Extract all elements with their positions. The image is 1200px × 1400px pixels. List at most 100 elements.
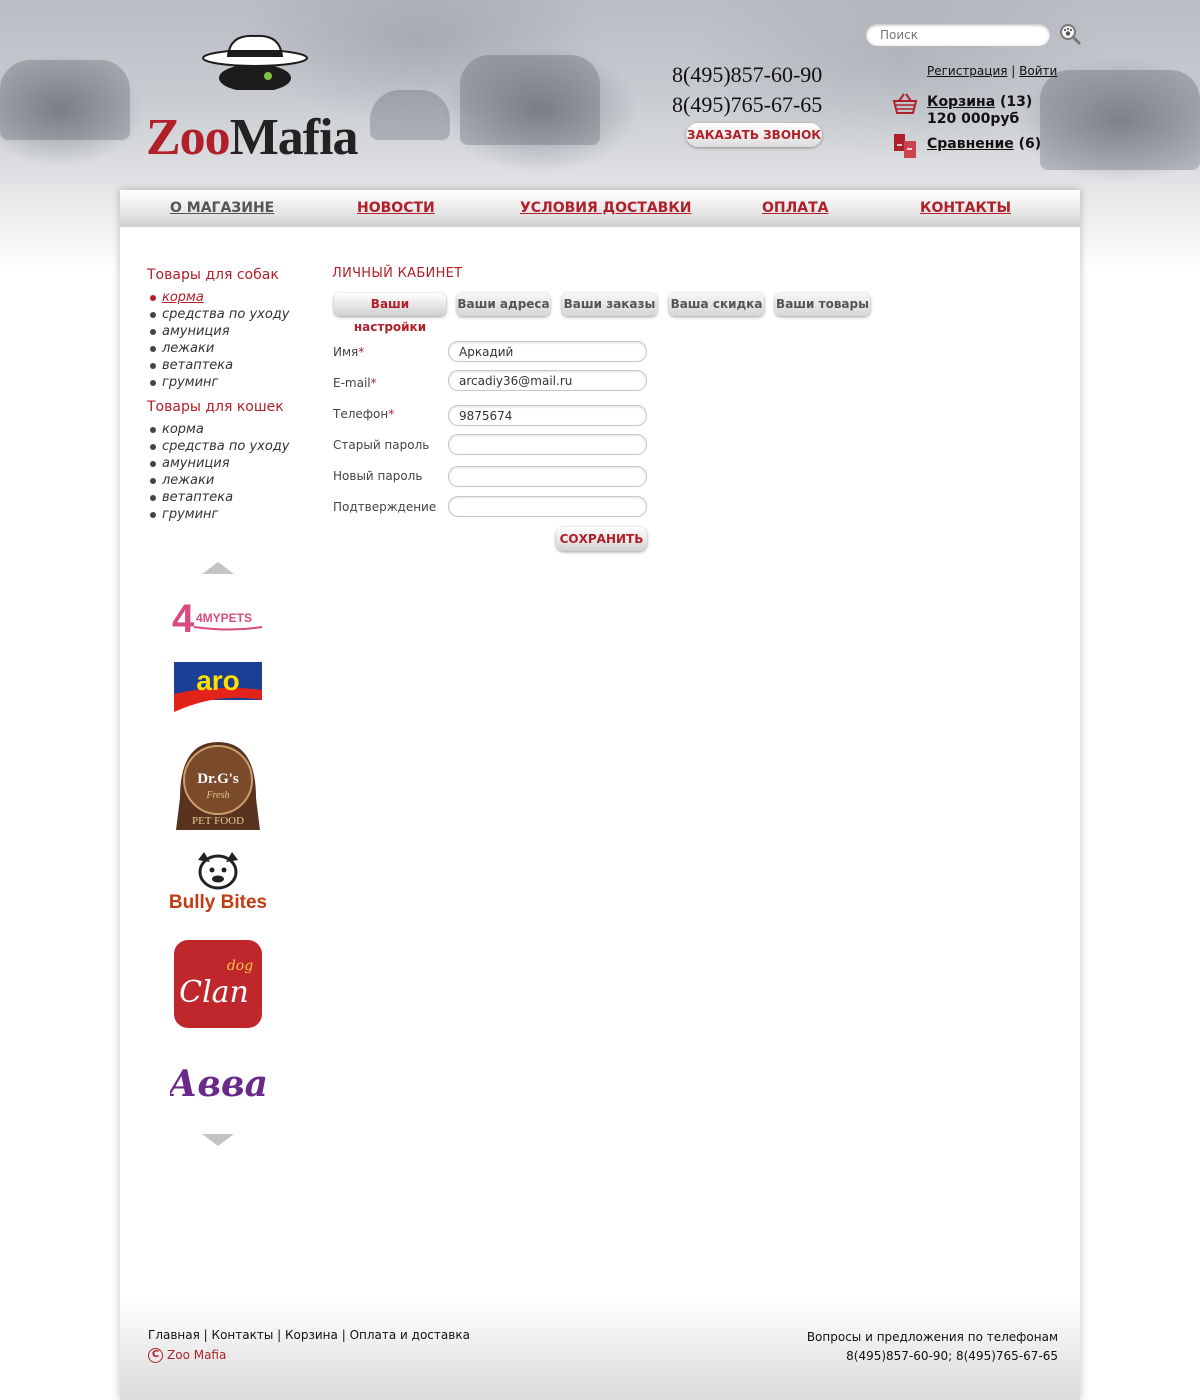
category-item-label: лежаки: [162, 473, 215, 488]
bullet-icon: [150, 426, 156, 433]
category-item-label: лежаки: [162, 341, 215, 356]
confirm-password-field[interactable]: [448, 496, 647, 517]
brand-aro[interactable]: aro: [170, 660, 266, 714]
category-item[interactable]: амуниция: [150, 323, 289, 340]
save-button[interactable]: СОХРАНИТЬ: [556, 527, 647, 551]
category-item[interactable]: средства по уходу: [150, 306, 289, 323]
basket-icon[interactable]: [892, 92, 918, 116]
bullet-icon: [150, 345, 156, 352]
brand-drgs[interactable]: Dr.G's Fresh PET FOOD: [170, 738, 266, 834]
category-item[interactable]: ветаптека: [150, 489, 289, 506]
nav-news[interactable]: НОВОСТИ: [357, 200, 435, 216]
cat-hat-icon: [202, 34, 308, 90]
cart-link[interactable]: Корзина: [927, 94, 995, 110]
compare-link[interactable]: Сравнение: [927, 136, 1014, 152]
field-label-text: Телефон: [333, 407, 389, 421]
background-car: [0, 60, 130, 140]
page-title: ЛИЧНЫЙ КАБИНЕТ: [332, 266, 463, 281]
name-label: Имя*: [333, 345, 364, 359]
login-link[interactable]: Войти: [1019, 64, 1057, 78]
nav-payment[interactable]: ОПЛАТА: [762, 200, 828, 216]
separator: |: [341, 1328, 346, 1342]
phone-numbers: 8(495)857-60-90 8(495)765-67-65: [672, 60, 842, 120]
phone-field[interactable]: [448, 405, 647, 426]
footer-contact: Вопросы и предложения по телефонам 8(495…: [807, 1328, 1058, 1366]
search-input[interactable]: [866, 24, 1050, 46]
field-label-text: Имя: [333, 345, 359, 359]
site-logo[interactable]: ZooMafia: [140, 30, 370, 167]
category-item[interactable]: амуниция: [150, 455, 289, 472]
category-item-label: груминг: [162, 507, 219, 522]
brands-scroll-down-arrow[interactable]: [202, 1134, 234, 1146]
category-item-label: корма: [162, 290, 204, 305]
brands-scroll-up-arrow[interactable]: [202, 562, 234, 574]
new-password-label: Новый пароль: [333, 469, 423, 483]
bullet-icon: [150, 311, 156, 318]
footer-contact-title: Вопросы и предложения по телефонам: [806, 1330, 1058, 1344]
brand-avva[interactable]: Авва: [170, 1052, 266, 1112]
tab-products[interactable]: Ваши товары: [775, 293, 870, 316]
cart-count: (13): [1000, 94, 1033, 110]
nav-about[interactable]: О МАГАЗИНЕ: [170, 200, 274, 216]
cart-summary: Корзина (13) 120 000руб: [927, 94, 1032, 128]
brand-4mypets[interactable]: 4 4MYPETS: [170, 594, 266, 640]
tab-addresses[interactable]: Ваши адреса: [457, 293, 550, 316]
brand-bully-bites[interactable]: Bully Bites: [170, 850, 266, 914]
register-link[interactable]: Регистрация: [927, 64, 1007, 78]
brand-name-text: Авва: [170, 1063, 266, 1105]
category-item-label: ветаптека: [162, 358, 234, 373]
background-car: [460, 55, 600, 145]
bullet-icon: [150, 477, 156, 484]
svg-text:4: 4: [172, 597, 195, 640]
user-links: Регистрация | Войти: [927, 64, 1057, 78]
bullet-icon: [150, 294, 156, 301]
category-item[interactable]: лежаки: [150, 340, 289, 357]
footer-link-cart[interactable]: Корзина: [285, 1328, 338, 1342]
dogs-category-list: корма средства по уходу амуниция лежаки …: [150, 289, 289, 391]
compare-summary: Сравнение (6): [927, 136, 1041, 152]
new-password-field[interactable]: [448, 466, 647, 487]
tab-orders[interactable]: Ваши заказы: [562, 293, 657, 316]
nav-contacts[interactable]: КОНТАКТЫ: [920, 200, 1011, 216]
tab-discount[interactable]: Ваша скидка: [669, 293, 764, 316]
email-field[interactable]: [448, 370, 647, 391]
category-item[interactable]: лежаки: [150, 472, 289, 489]
order-callback-button[interactable]: ЗАКАЗАТЬ ЗВОНОК: [686, 123, 822, 147]
category-item-label: амуниция: [162, 324, 230, 339]
separator: |: [203, 1328, 208, 1342]
brand-name-text: Clan: [179, 975, 249, 1010]
category-item-label: корма: [162, 422, 204, 437]
old-password-label: Старый пароль: [333, 438, 430, 452]
name-field[interactable]: [448, 341, 647, 362]
category-item[interactable]: корма: [150, 421, 289, 438]
bullet-icon: [150, 494, 156, 501]
category-item-label: средства по уходу: [162, 439, 290, 454]
nav-delivery[interactable]: УСЛОВИЯ ДОСТАВКИ: [520, 200, 692, 216]
category-item[interactable]: ветаптека: [150, 357, 289, 374]
compare-icon[interactable]: [893, 133, 917, 159]
phone-number: 8(495)765-67-65: [672, 92, 823, 117]
brand-sub-text: dog: [227, 958, 253, 974]
paw-search-icon[interactable]: [1058, 22, 1082, 46]
logo-text: ZooMafia: [146, 108, 359, 167]
bullet-icon: [150, 511, 156, 518]
footer-link-payment-delivery[interactable]: Оплата и доставка: [350, 1328, 470, 1342]
category-item[interactable]: груминг: [150, 374, 289, 391]
bullet-icon: [150, 362, 156, 369]
category-item[interactable]: корма: [150, 289, 289, 306]
phone-number: 8(495)857-60-90: [672, 62, 823, 87]
required-mark: *: [358, 345, 365, 359]
cats-category-list: корма средства по уходу амуниция лежаки …: [150, 421, 289, 523]
category-item-label: груминг: [162, 375, 219, 390]
field-label-text: E-mail: [333, 376, 371, 390]
old-password-field[interactable]: [448, 434, 647, 455]
brand-name-text: 4MYPETS: [196, 611, 252, 625]
brand-dog-clan[interactable]: Clan dog: [170, 938, 266, 1032]
category-item[interactable]: средства по уходу: [150, 438, 289, 455]
tab-settings[interactable]: Ваши настройки: [334, 293, 446, 334]
compare-count: (6): [1018, 136, 1042, 152]
category-item[interactable]: груминг: [150, 506, 289, 523]
footer-link-contacts[interactable]: Контакты: [212, 1328, 274, 1342]
brand-name-text: aro: [196, 665, 240, 696]
footer-link-home[interactable]: Главная: [148, 1328, 200, 1342]
